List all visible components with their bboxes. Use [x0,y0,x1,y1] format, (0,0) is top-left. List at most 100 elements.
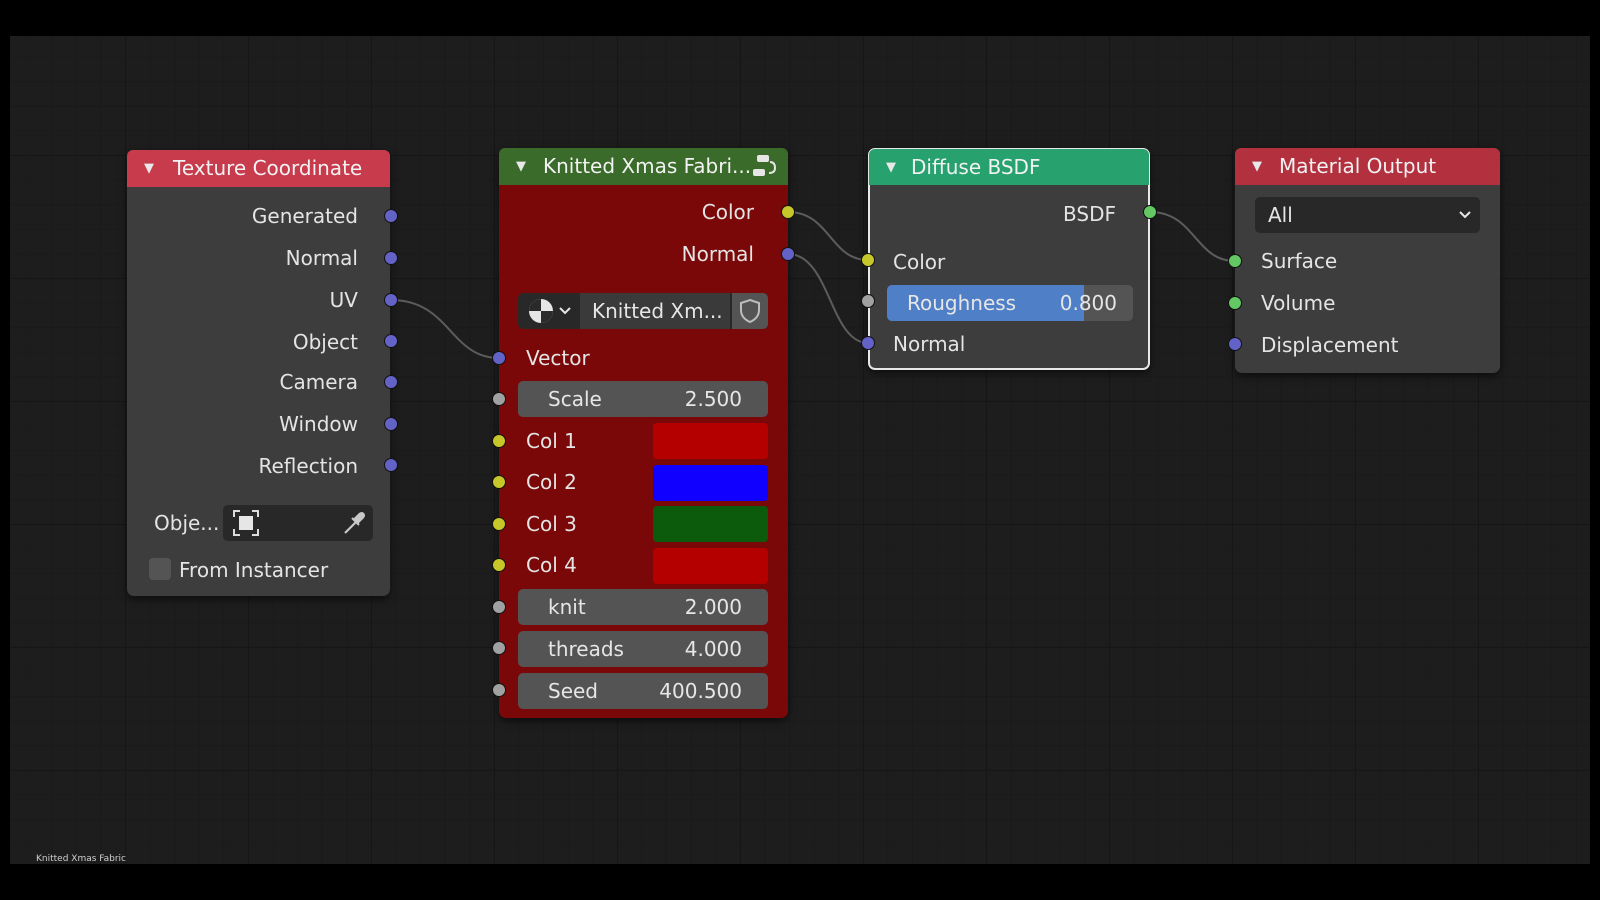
node-editor-canvas[interactable]: ▼ Texture Coordinate Generated Normal UV… [10,36,1590,864]
col3-swatch[interactable] [653,506,768,542]
threads-label: threads [548,637,624,661]
socket-camera-output[interactable] [384,375,398,389]
socket-seed-input[interactable] [492,683,506,697]
node-header[interactable]: ▼ Material Output [1235,148,1500,185]
socket-displacement-input[interactable] [1228,337,1242,351]
socket-col4-input[interactable] [492,558,506,572]
collapse-triangle-icon[interactable]: ▼ [516,148,526,185]
datablock-name-field[interactable]: Knitted Xm... [580,293,730,329]
socket-generated-output[interactable] [384,209,398,223]
output-color-label: Color [701,200,754,224]
socket-normal-input[interactable] [861,336,875,350]
node-header[interactable]: ▼ Diffuse BSDF [869,149,1149,185]
socket-uv-output[interactable] [384,293,398,307]
output-normal-label: Normal [285,246,358,270]
output-reflection-label: Reflection [258,454,358,478]
knit-label: knit [548,595,586,619]
target-dropdown[interactable]: All [1255,197,1480,233]
link-color-to-color [787,211,869,261]
node-tree-datablock[interactable]: Knitted Xm... [518,293,768,329]
scale-field[interactable]: Scale 2.500 [518,381,768,417]
input-displacement-label: Displacement [1261,333,1399,357]
col2-swatch[interactable] [653,465,768,501]
seed-value: 400.500 [659,679,742,703]
socket-color-input[interactable] [861,253,875,267]
node-title: Material Output [1279,154,1437,178]
input-vector-label: Vector [526,346,590,370]
output-normal-label: Normal [681,242,754,266]
output-bsdf-label: BSDF [1063,202,1116,226]
object-field-label: Obje... [154,511,220,535]
texture-coordinate-node[interactable]: ▼ Texture Coordinate Generated Normal UV… [127,150,390,596]
collapse-triangle-icon[interactable]: ▼ [886,149,896,186]
output-generated-label: Generated [251,204,358,228]
socket-normal-output[interactable] [384,251,398,265]
socket-color-output[interactable] [781,205,795,219]
node-header[interactable]: ▼ Knitted Xmas Fabri... [499,148,788,185]
socket-surface-input[interactable] [1228,254,1242,268]
output-camera-label: Camera [279,370,359,394]
input-col1-label: Col 1 [526,429,577,453]
node-header[interactable]: ▼ Texture Coordinate [127,150,390,187]
col4-swatch[interactable] [653,548,768,584]
socket-knit-input[interactable] [492,600,506,614]
node-title: Diffuse BSDF [911,155,1041,179]
socket-vector-input[interactable] [492,351,506,365]
threads-field[interactable]: threads 4.000 [518,631,768,667]
socket-reflection-output[interactable] [384,458,398,472]
socket-window-output[interactable] [384,417,398,431]
socket-volume-input[interactable] [1228,296,1242,310]
seed-label: Seed [548,679,598,703]
input-col3-label: Col 3 [526,512,577,536]
chevron-down-icon [1459,211,1471,219]
input-col4-label: Col 4 [526,553,577,577]
socket-roughness-input[interactable] [861,294,875,308]
link-bsdf-to-surface [1149,211,1236,262]
col1-swatch[interactable] [653,423,768,459]
eyedropper-icon[interactable] [339,508,369,538]
input-surface-label: Surface [1261,249,1338,273]
from-instancer-label: From Instancer [179,558,329,582]
node-title: Knitted Xmas Fabri... [543,154,752,178]
collapse-triangle-icon[interactable]: ▼ [1252,148,1262,185]
diffuse-bsdf-node[interactable]: ▼ Diffuse BSDF BSDF Color Roughness 0.80… [868,148,1150,370]
roughness-label: Roughness [907,291,1017,315]
scale-label: Scale [548,387,602,411]
collapse-triangle-icon[interactable]: ▼ [144,150,154,187]
input-col2-label: Col 2 [526,470,577,494]
input-color-label: Color [893,250,946,274]
input-normal-label: Normal [893,332,966,356]
socket-col1-input[interactable] [492,434,506,448]
socket-scale-input[interactable] [492,392,506,406]
link-uv-to-vector [390,299,500,359]
knit-value: 2.000 [684,595,742,619]
target-value: All [1268,203,1293,227]
active-material-label: Knitted Xmas Fabric [36,854,126,864]
socket-bsdf-output[interactable] [1143,205,1157,219]
socket-normal-output[interactable] [781,247,795,261]
socket-object-output[interactable] [384,334,398,348]
threads-value: 4.000 [684,637,742,661]
output-object-label: Object [292,330,358,354]
knit-field[interactable]: knit 2.000 [518,589,768,625]
node-group-icon[interactable] [750,152,778,180]
object-target-icon [233,510,259,536]
socket-threads-input[interactable] [492,641,506,655]
roughness-value: 0.800 [1059,291,1117,315]
shield-icon [740,298,760,324]
fake-user-button[interactable] [732,293,768,329]
material-output-node[interactable]: ▼ Material Output All Surface Volume Dis… [1235,148,1500,373]
node-tree-icon[interactable] [526,296,556,326]
node-title: Texture Coordinate [173,156,363,180]
roughness-slider[interactable]: Roughness 0.800 [887,285,1133,321]
socket-col3-input[interactable] [492,517,506,531]
link-normal-to-normal [787,253,869,344]
knitted-xmas-fabric-node[interactable]: ▼ Knitted Xmas Fabri... Color Normal Kni… [499,148,788,718]
socket-col2-input[interactable] [492,475,506,489]
scale-value: 2.500 [684,387,742,411]
input-volume-label: Volume [1261,291,1336,315]
seed-field[interactable]: Seed 400.500 [518,673,768,709]
output-uv-label: UV [329,288,358,312]
from-instancer-checkbox[interactable] [149,558,171,580]
object-picker-field[interactable] [223,505,373,541]
